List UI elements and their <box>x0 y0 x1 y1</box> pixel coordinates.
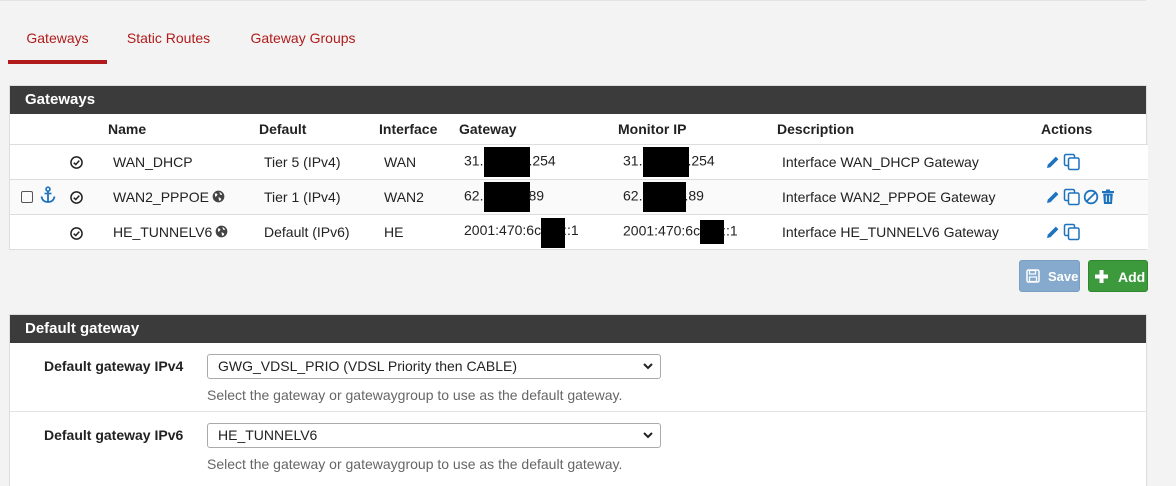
gateway-description: Interface HE_TUNNELV6 Gateway <box>777 214 1041 249</box>
disable-icon[interactable] <box>1083 187 1099 204</box>
gateway-description: Interface WAN_DHCP Gateway <box>777 144 1041 180</box>
redaction <box>484 146 531 177</box>
col-header-monitor-ip[interactable]: Monitor IP <box>618 114 777 145</box>
redaction <box>700 219 725 244</box>
gateway-address: 31. .254 <box>459 144 618 180</box>
plus-icon <box>1095 270 1108 283</box>
col-header-name[interactable]: Name <box>108 114 259 145</box>
default-gateway-panel: Default gateway Default gateway IPv4 GWG… <box>9 314 1147 486</box>
monitor-ip: 2001:470:6c::1 <box>618 214 777 249</box>
check-circle-icon <box>70 191 83 205</box>
row-actions <box>1041 144 1148 180</box>
table-header-row: Name Default Interface Gateway Monitor I… <box>10 114 1148 145</box>
redaction <box>643 146 690 177</box>
redaction <box>484 181 531 212</box>
pencil-icon[interactable] <box>1045 152 1061 169</box>
row-select-checkbox[interactable] <box>21 190 33 203</box>
gateway-default: Tier 5 (IPv4) <box>259 144 379 180</box>
gateway-name: WAN2_PPPOE <box>108 179 259 215</box>
tab-gateway-groups[interactable]: Gateway Groups <box>238 14 368 64</box>
gateway-interface: WAN2 <box>379 179 459 215</box>
col-header-interface[interactable]: Interface <box>379 114 459 145</box>
gateways-panel: Gateways Name Default Interface Gateway … <box>9 85 1148 250</box>
chevron-down-icon <box>643 363 653 370</box>
floppy-icon <box>1026 269 1040 283</box>
gateway-address: 62. 89 <box>459 179 618 215</box>
form-row-ipv4: Default gateway IPv4 GWG_VDSL_PRIO (VDSL… <box>10 343 1146 412</box>
gateway-name: WAN_DHCP <box>108 144 259 180</box>
anchor-icon[interactable] <box>39 186 57 207</box>
col-header-actions: Actions <box>1041 114 1148 145</box>
monitor-ip: 62. .89 <box>618 179 777 215</box>
col-header-description[interactable]: Description <box>777 114 1041 145</box>
gateway-default: Default (IPv6) <box>259 214 379 249</box>
globe-icon <box>212 190 225 202</box>
copy-icon[interactable] <box>1063 187 1081 205</box>
help-text: Select the gateway or gatewaygroup to us… <box>207 387 623 403</box>
row-actions <box>1041 214 1148 249</box>
col-header-gateway[interactable]: Gateway <box>459 114 618 145</box>
table-row: WAN2_PPPOE Tier 1 (IPv4) WAN2 62. 89 62..… <box>10 179 1148 215</box>
trash-icon[interactable] <box>1101 187 1115 204</box>
panel-title: Gateways <box>10 86 1146 114</box>
redaction <box>541 218 566 249</box>
tab-bar: Gateways Static Routes Gateway Groups <box>8 14 1148 64</box>
check-circle-icon <box>70 156 83 170</box>
table-row: WAN_DHCP Tier 5 (IPv4) WAN 31. .254 31. .2… <box>10 144 1148 180</box>
copy-icon[interactable] <box>1063 152 1081 170</box>
copy-icon[interactable] <box>1063 223 1081 241</box>
pencil-icon[interactable] <box>1045 223 1061 240</box>
top-divider <box>0 0 1146 1</box>
gateway-interface: WAN <box>379 144 459 180</box>
monitor-ip: 31. .254 <box>618 144 777 180</box>
pencil-icon[interactable] <box>1045 187 1061 204</box>
table-row: HE_TUNNELV6 Default (IPv6) HE 2001:470:6… <box>10 214 1148 249</box>
col-header-default[interactable]: Default <box>259 114 379 145</box>
panel-title: Default gateway <box>10 315 1146 343</box>
globe-icon <box>215 225 228 238</box>
check-circle-icon <box>70 226 83 240</box>
tab-gateways[interactable]: Gateways <box>8 14 107 64</box>
form-row-ipv6: Default gateway IPv6 HE_TUNNELV6 Select … <box>10 412 1146 481</box>
add-button[interactable]: Add <box>1088 260 1148 292</box>
field-label: Default gateway IPv4 <box>44 358 184 374</box>
redaction <box>643 181 687 212</box>
save-button[interactable]: Save <box>1019 260 1080 292</box>
gateways-table: Name Default Interface Gateway Monitor I… <box>10 114 1148 249</box>
gateway-address: 2001:470:6c::1 <box>459 214 618 249</box>
field-label: Default gateway IPv6 <box>44 427 184 443</box>
tab-static-routes[interactable]: Static Routes <box>113 14 224 64</box>
default-gateway-ipv4-select[interactable]: GWG_VDSL_PRIO (VDSL Priority then CABLE) <box>207 354 661 379</box>
gateway-default: Tier 1 (IPv4) <box>259 179 379 215</box>
default-gateway-ipv6-select[interactable]: HE_TUNNELV6 <box>207 423 661 448</box>
row-actions <box>1041 179 1148 215</box>
help-text: Select the gateway or gatewaygroup to us… <box>207 456 623 472</box>
chevron-down-icon <box>643 432 653 439</box>
gateway-interface: HE <box>379 214 459 249</box>
gateway-name: HE_TUNNELV6 <box>108 214 259 249</box>
gateway-description: Interface WAN2_PPPOE Gateway <box>777 179 1041 215</box>
